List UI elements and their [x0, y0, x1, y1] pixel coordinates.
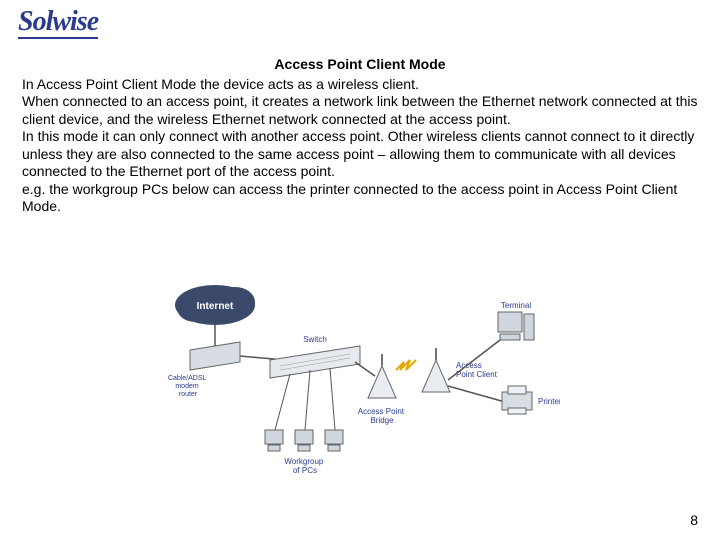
paragraph: In this mode it can only connect with an… — [22, 128, 698, 181]
ap-client-icon — [422, 348, 450, 392]
ap-bridge-label: Access Point Bridge — [358, 407, 406, 425]
body-text: Access Point Client Mode In Access Point… — [22, 56, 698, 216]
switch-label: Switch — [303, 335, 327, 344]
ap-bridge-icon — [368, 354, 396, 398]
paragraph: When connected to an access point, it cr… — [22, 93, 698, 128]
internet-label: Internet — [197, 301, 234, 312]
brand-logo: Solwise — [18, 8, 98, 39]
page-number: 8 — [690, 512, 698, 528]
page: Solwise Access Point Client Mode In Acce… — [0, 0, 720, 540]
ap-client-label: Access Point Client — [456, 361, 498, 379]
printer-icon — [502, 386, 532, 414]
router-icon — [190, 342, 240, 370]
switch-icon — [270, 346, 360, 378]
page-title: Access Point Client Mode — [22, 56, 698, 74]
terminal-icon — [498, 312, 534, 340]
internet-cloud-icon: Internet — [175, 285, 255, 325]
terminal-label: Terminal — [501, 301, 531, 310]
paragraph: e.g. the workgroup PCs below can access … — [22, 181, 698, 216]
paragraph: In Access Point Client Mode the device a… — [22, 76, 698, 94]
workgroup-pcs-icon — [265, 430, 343, 451]
workgroup-label: Workgroup of PCs — [284, 457, 325, 475]
printer-label: Printer — [538, 397, 560, 406]
wireless-link-icon — [396, 360, 416, 370]
network-diagram: Internet Cable/ADSL modem router Switch — [160, 280, 560, 480]
router-label: Cable/ADSL modem router — [168, 375, 208, 398]
